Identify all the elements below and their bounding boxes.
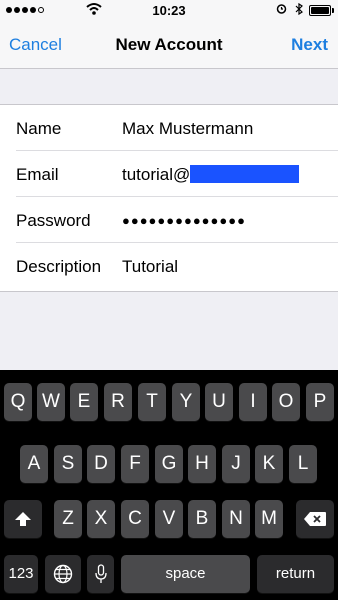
email-field[interactable]: tutorial@	[122, 165, 300, 185]
key-e[interactable]: E	[70, 383, 98, 421]
key-r[interactable]: R	[104, 383, 132, 421]
key-a[interactable]: A	[20, 445, 48, 483]
delete-icon	[304, 512, 326, 526]
microphone-key[interactable]	[87, 555, 114, 593]
key-q[interactable]: Q	[4, 383, 32, 421]
key-n[interactable]: N	[222, 500, 250, 538]
key-v[interactable]: V	[155, 500, 183, 538]
password-label: Password	[16, 211, 91, 230]
key-j[interactable]: J	[222, 445, 250, 483]
description-label: Description	[16, 257, 102, 276]
shift-icon	[15, 512, 31, 526]
redacted-block	[190, 165, 300, 183]
email-row[interactable]: Email tutorial@	[0, 151, 338, 197]
key-s[interactable]: S	[54, 445, 82, 483]
key-w[interactable]: W	[37, 383, 65, 421]
keyboard: Q W E R T Y U I O P A S D F G H J K L Z …	[0, 370, 338, 600]
page-title: New Account	[115, 35, 223, 54]
account-form: Name Max Mustermann Email tutorial@ Pass…	[0, 104, 338, 292]
globe-key[interactable]	[45, 555, 81, 593]
name-row[interactable]: Name Max Mustermann	[0, 105, 338, 151]
key-x[interactable]: X	[87, 500, 115, 538]
space-key[interactable]: space	[121, 555, 250, 593]
name-field[interactable]: Max Mustermann	[122, 119, 253, 139]
shift-key[interactable]	[4, 500, 42, 538]
navigation-bar: Cancel New Account Next	[0, 20, 338, 69]
globe-icon	[53, 564, 73, 584]
status-bar: 10:23	[0, 0, 338, 20]
bluetooth-icon	[295, 3, 303, 15]
password-row[interactable]: Password ●●●●●●●●●●●●●●	[0, 197, 338, 243]
key-g[interactable]: G	[155, 445, 183, 483]
description-row[interactable]: Description Tutorial	[0, 243, 338, 289]
key-m[interactable]: M	[255, 500, 283, 538]
description-field[interactable]: Tutorial	[122, 257, 178, 277]
key-h[interactable]: H	[188, 445, 216, 483]
key-t[interactable]: T	[138, 383, 166, 421]
next-button[interactable]: Next	[291, 35, 328, 55]
key-y[interactable]: Y	[172, 383, 200, 421]
key-u[interactable]: U	[205, 383, 233, 421]
key-b[interactable]: B	[188, 500, 216, 538]
delete-key[interactable]	[296, 500, 334, 538]
key-z[interactable]: Z	[54, 500, 82, 538]
return-key[interactable]: return	[257, 555, 334, 593]
key-o[interactable]: O	[272, 383, 300, 421]
status-time: 10:23	[152, 3, 186, 18]
key-k[interactable]: K	[255, 445, 283, 483]
key-l[interactable]: L	[289, 445, 317, 483]
numbers-key[interactable]: 123	[4, 555, 38, 593]
key-c[interactable]: C	[121, 500, 149, 538]
name-label: Name	[16, 119, 62, 138]
key-f[interactable]: F	[121, 445, 149, 483]
password-field[interactable]: ●●●●●●●●●●●●●●	[122, 213, 246, 228]
alarm-icon	[276, 4, 287, 14]
key-d[interactable]: D	[87, 445, 115, 483]
key-i[interactable]: I	[239, 383, 267, 421]
key-p[interactable]: P	[306, 383, 334, 421]
battery-icon	[309, 5, 334, 16]
email-label: Email	[16, 165, 59, 184]
email-value: tutorial@	[122, 165, 191, 184]
microphone-icon	[94, 564, 107, 583]
